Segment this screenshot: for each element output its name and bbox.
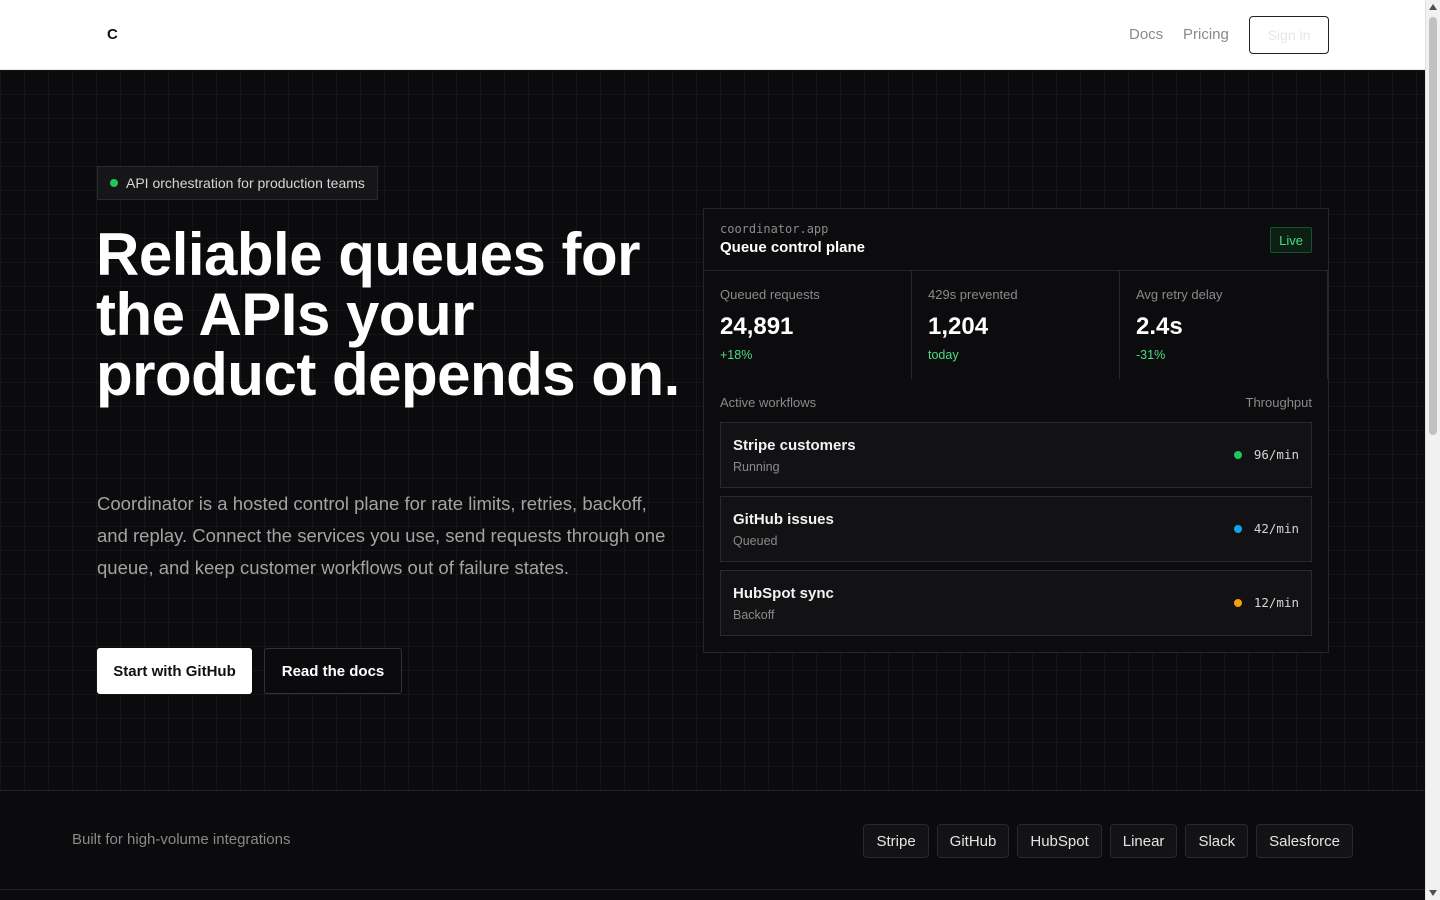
integration-chips: Stripe GitHub HubSpot Linear Slack Sales… <box>863 824 1353 858</box>
status-dot-icon <box>110 179 118 187</box>
status-dot-icon <box>1233 524 1242 533</box>
stat-label: 429s prevented <box>928 287 1018 302</box>
top-nav: C Docs Pricing Sign in <box>0 0 1425 70</box>
workflow-throughput: 96/min <box>1233 447 1299 462</box>
workflow-throughput: 42/min <box>1233 521 1299 536</box>
integrations-strip: Built for high-volume integrations Strip… <box>0 790 1425 890</box>
stat-avg-retry-delay: Avg retry delay 2.4s -31% <box>1120 271 1328 379</box>
active-workflows-label: Active workflows <box>720 395 817 410</box>
stat-429s-prevented: 429s prevented 1,204 today <box>912 271 1120 379</box>
scroll-down-arrow-icon[interactable] <box>1429 890 1437 896</box>
hero-section: API orchestration for production teams R… <box>0 70 1425 790</box>
integration-chip-linear[interactable]: Linear <box>1109 824 1178 858</box>
status-dot-icon <box>1233 450 1242 459</box>
workflow-throughput: 12/min <box>1233 595 1299 610</box>
logo[interactable]: C <box>107 26 118 43</box>
workflow-rate: 12/min <box>1253 595 1299 610</box>
workflow-name: HubSpot sync <box>733 585 834 602</box>
panel-header: coordinator.app Queue control plane Live <box>704 209 1328 271</box>
nav-link-pricing[interactable]: Pricing <box>1183 26 1229 43</box>
page-scrollbar[interactable] <box>1425 0 1440 900</box>
tagline-pill: API orchestration for production teams <box>97 166 378 200</box>
stat-value: 2.4s <box>1136 313 1183 340</box>
stat-value: 1,204 <box>928 313 989 340</box>
integrations-label: Built for high-volume integrations <box>72 831 291 848</box>
queue-control-panel: coordinator.app Queue control plane Live… <box>703 208 1329 653</box>
stat-queued-requests: Queued requests 24,891 +18% <box>704 271 912 379</box>
hero-headline: Reliable queues for the APIs your produc… <box>96 221 680 408</box>
status-dot-icon <box>1233 598 1242 607</box>
scrollbar-thumb[interactable] <box>1429 17 1437 435</box>
workflow-list: Stripe customers Running 96/min GitHub i… <box>720 422 1312 644</box>
workflow-status: Queued <box>733 534 778 548</box>
read-docs-button[interactable]: Read the docs <box>264 648 402 694</box>
stat-delta: +18% <box>720 348 753 362</box>
stat-label: Queued requests <box>720 287 820 302</box>
scroll-up-arrow-icon[interactable] <box>1429 4 1437 10</box>
nav-link-docs[interactable]: Docs <box>1129 26 1163 43</box>
stats-row: Queued requests 24,891 +18% 429s prevent… <box>704 271 1328 379</box>
sign-in-button[interactable]: Sign in <box>1249 16 1329 54</box>
stat-label: Avg retry delay <box>1136 287 1223 302</box>
integration-chip-slack[interactable]: Slack <box>1185 824 1249 858</box>
workflow-row-stripe[interactable]: Stripe customers Running 96/min <box>720 422 1312 488</box>
tagline-text: API orchestration for production teams <box>126 175 365 191</box>
start-with-github-button[interactable]: Start with GitHub <box>97 648 252 694</box>
stat-value: 24,891 <box>720 313 794 340</box>
live-badge: Live <box>1270 227 1312 253</box>
workflow-row-hubspot[interactable]: HubSpot sync Backoff 12/min <box>720 570 1312 636</box>
workflow-name: Stripe customers <box>733 437 856 454</box>
workflow-rate: 42/min <box>1253 521 1299 536</box>
integration-chip-stripe[interactable]: Stripe <box>863 824 929 858</box>
workflow-row-github[interactable]: GitHub issues Queued 42/min <box>720 496 1312 562</box>
workflow-rate: 96/min <box>1253 447 1299 462</box>
panel-title: Queue control plane <box>720 239 866 256</box>
panel-domain: coordinator.app <box>720 222 829 236</box>
throughput-label: Throughput <box>1245 395 1313 410</box>
integration-chip-hubspot[interactable]: HubSpot <box>1017 824 1102 858</box>
hero-subhead: Coordinator is a hosted control plane fo… <box>97 493 666 578</box>
workflow-name: GitHub issues <box>733 511 834 528</box>
stat-delta: -31% <box>1136 348 1166 362</box>
workflow-status: Running <box>733 460 780 474</box>
stat-delta: today <box>928 348 959 362</box>
integration-chip-github[interactable]: GitHub <box>936 824 1010 858</box>
workflow-status: Backoff <box>733 608 775 622</box>
integration-chip-salesforce[interactable]: Salesforce <box>1256 824 1353 858</box>
